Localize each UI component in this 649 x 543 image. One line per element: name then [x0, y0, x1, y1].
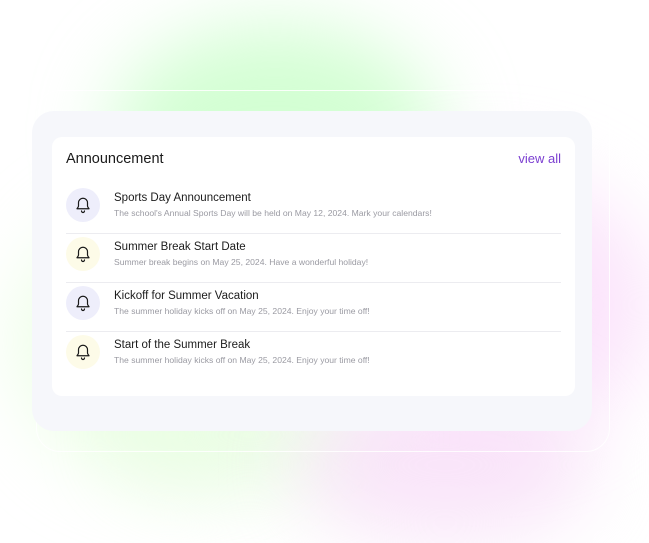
announcement-description: Summer break begins on May 25, 2024. Hav…	[114, 257, 369, 267]
announcement-item[interactable]: Summer Break Start Date Summer break beg…	[66, 234, 561, 283]
announcement-title: Start of the Summer Break	[114, 339, 251, 351]
bell-icon	[66, 286, 100, 320]
announcement-item[interactable]: Sports Day Announcement The school's Ann…	[66, 185, 561, 234]
view-all-link[interactable]: view all	[518, 150, 561, 168]
announcement-description: The school's Annual Sports Day will be h…	[114, 208, 432, 218]
bell-icon	[66, 188, 100, 222]
announcement-description: The summer holiday kicks off on May 25, …	[114, 355, 370, 365]
announcement-title: Kickoff for Summer Vacation	[114, 290, 259, 302]
announcement-card: Announcement view all Sports Day Announc…	[52, 137, 575, 396]
announcement-item[interactable]: Kickoff for Summer Vacation The summer h…	[66, 283, 561, 332]
announcement-item[interactable]: Start of the Summer Break The summer hol…	[66, 332, 561, 380]
announcement-title: Sports Day Announcement	[114, 192, 251, 204]
card-title: Announcement	[66, 151, 164, 167]
bell-icon	[66, 335, 100, 369]
announcement-list: Sports Day Announcement The school's Ann…	[66, 185, 561, 380]
card-header: Announcement view all	[66, 150, 561, 170]
bell-icon	[66, 237, 100, 271]
announcement-description: The summer holiday kicks off on May 25, …	[114, 306, 370, 316]
announcement-title: Summer Break Start Date	[114, 241, 246, 253]
